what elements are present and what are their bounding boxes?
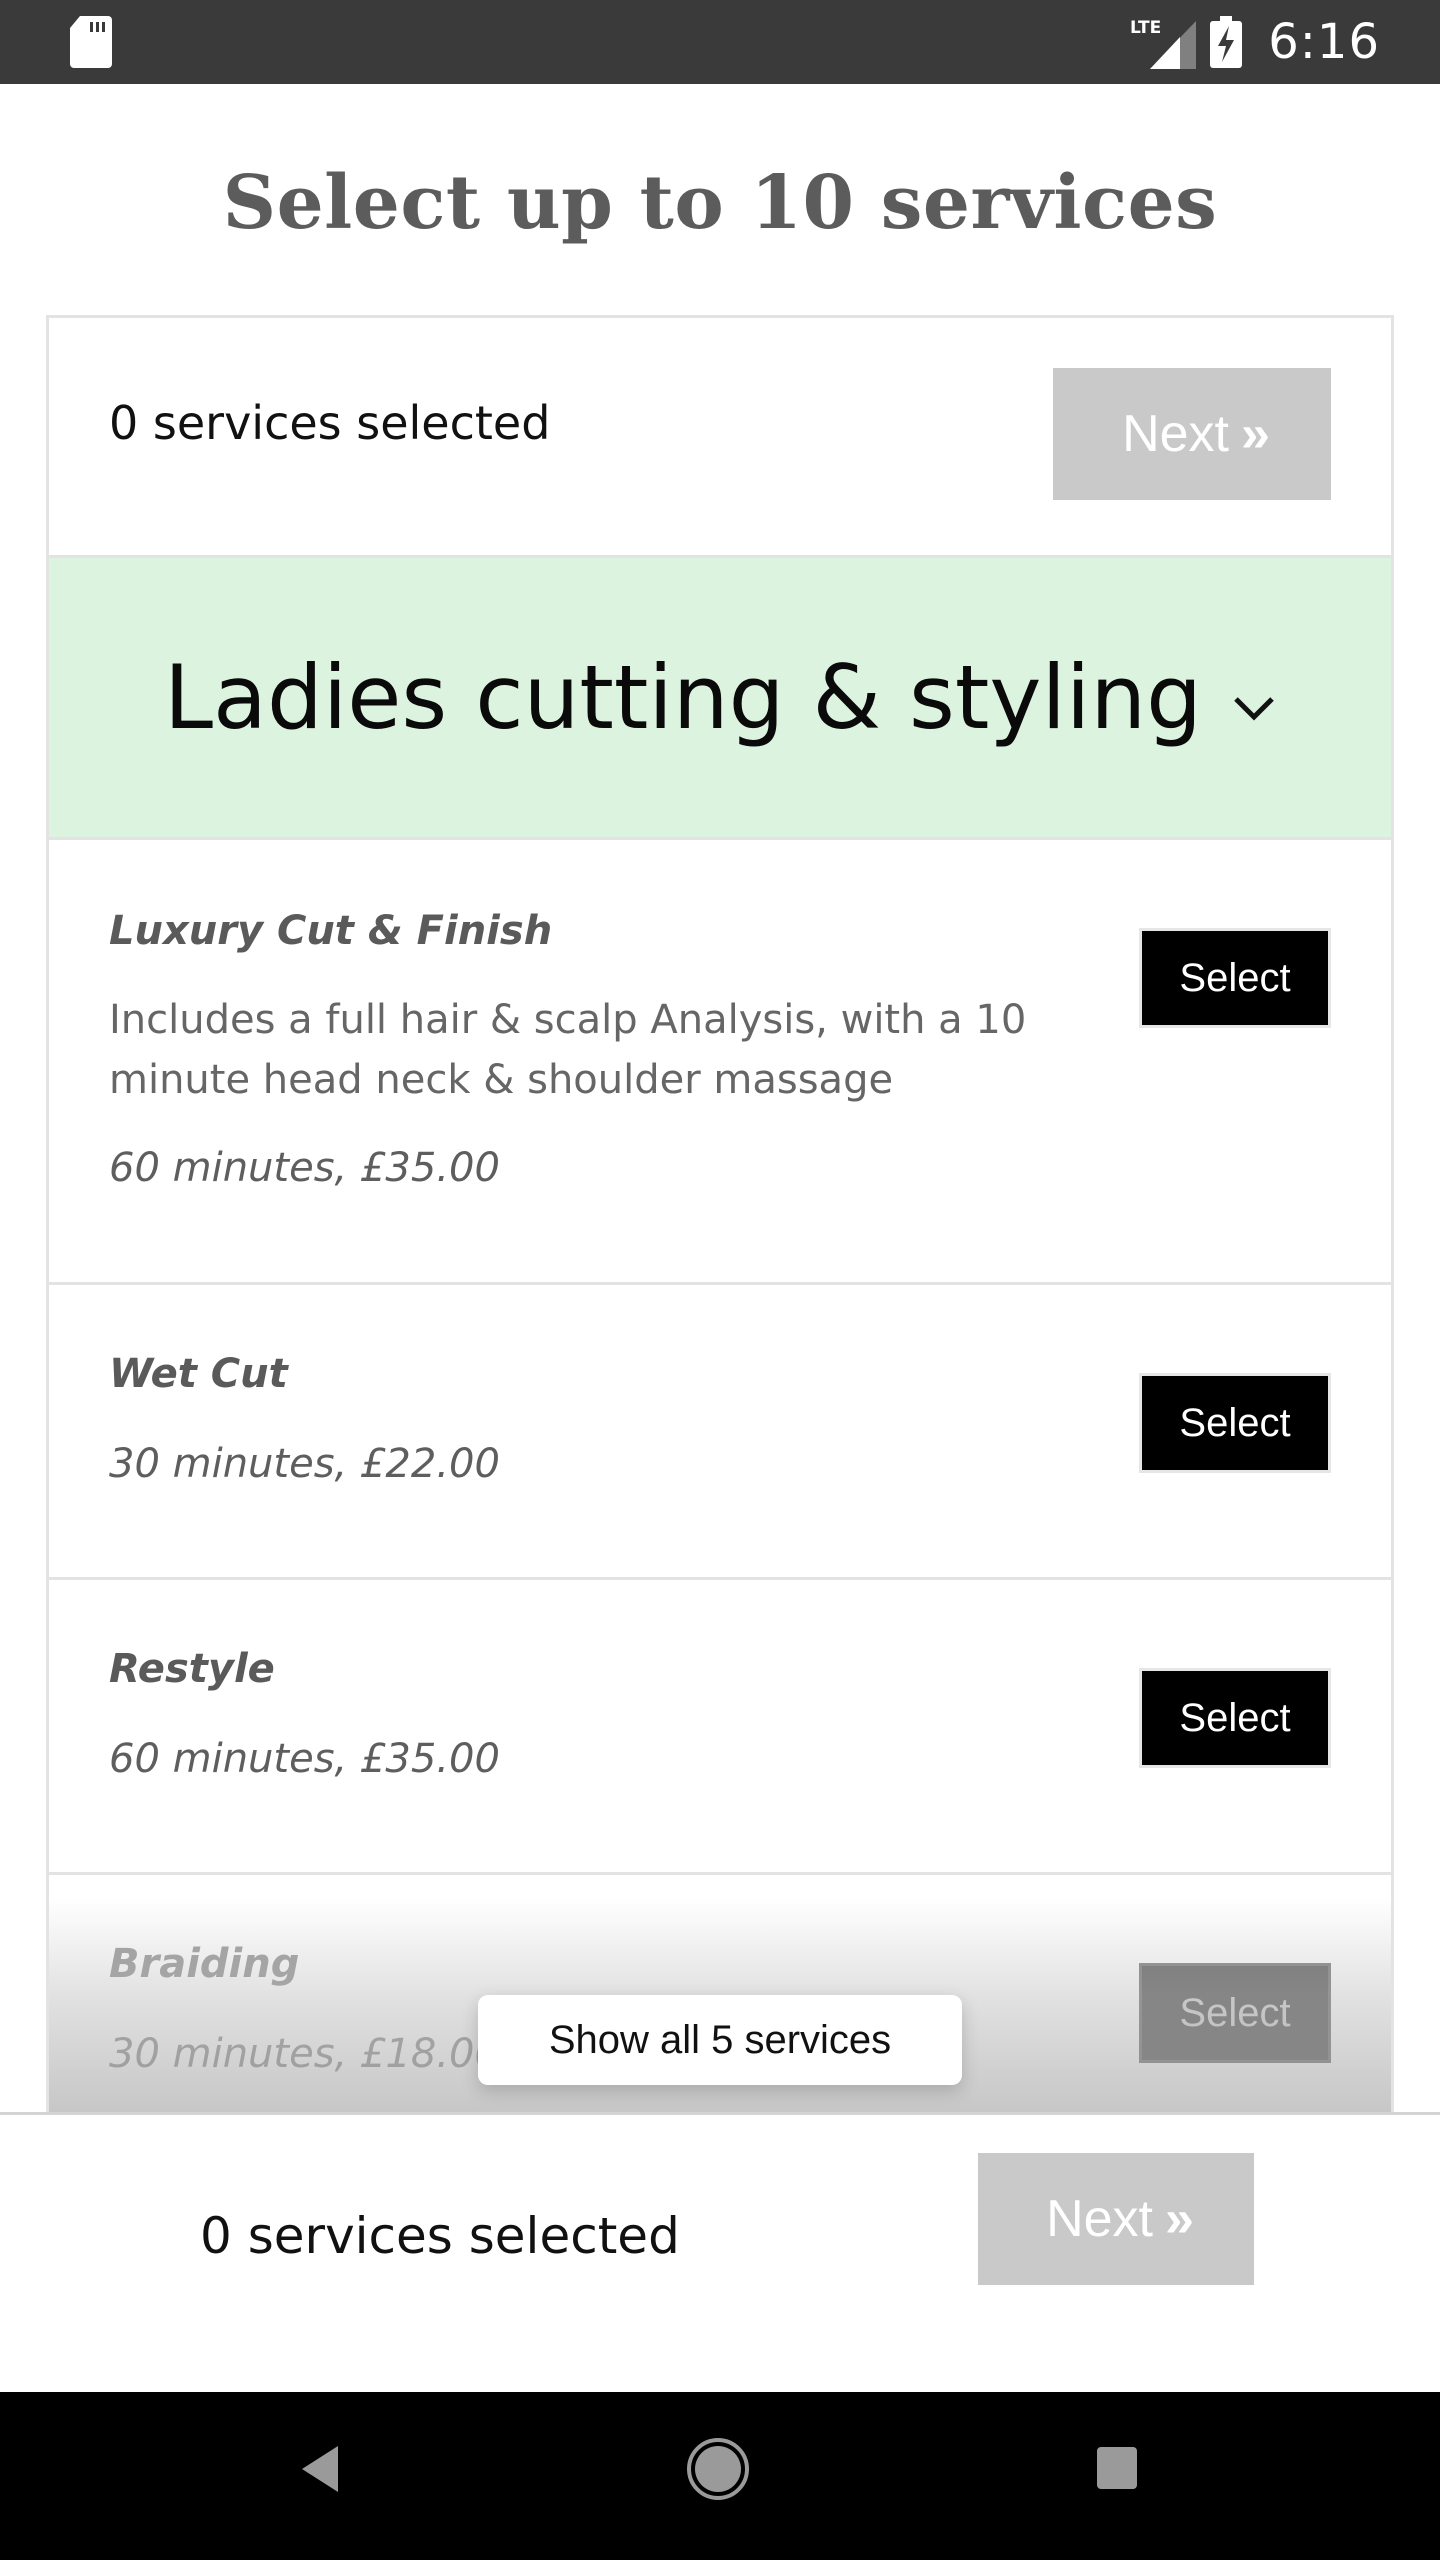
battery-charging-icon — [1210, 16, 1243, 68]
selected-count: 0 services selected — [200, 2207, 680, 2265]
services-card: 0 services selected Next » Ladies cuttin… — [46, 315, 1394, 2115]
show-all-services-button[interactable]: Show all 5 services — [478, 1995, 962, 2085]
status-bar: LTE 6:16 — [0, 0, 1440, 84]
service-name: Restyle — [109, 1646, 275, 1692]
chevron-down-icon — [1234, 696, 1274, 721]
sd-card-icon — [70, 16, 112, 68]
select-button[interactable]: Select — [1139, 1373, 1331, 1473]
service-duration-price: 60 minutes, £35.00 — [109, 1145, 500, 1191]
service-row: Wet Cut 30 minutes, £22.00 Select — [49, 1285, 1391, 1580]
lte-signal-icon: LTE — [1130, 18, 1197, 69]
next-label: Next — [1122, 405, 1229, 463]
service-name: Braiding — [109, 1941, 300, 1987]
service-duration-price: 60 minutes, £35.00 — [109, 1736, 500, 1782]
service-duration-price: 30 minutes, £18.00 — [109, 2031, 500, 2077]
next-button[interactable]: Next » — [978, 2153, 1254, 2285]
back-icon[interactable] — [298, 2444, 342, 2494]
page-title: Select up to 10 services — [222, 160, 1218, 246]
double-chevron-right-icon: » — [1165, 2190, 1194, 2248]
recents-icon[interactable] — [1096, 2446, 1138, 2490]
service-name: Wet Cut — [109, 1351, 288, 1397]
next-label: Next — [1046, 2190, 1153, 2248]
category-title: Ladies cutting & styling — [164, 646, 1202, 749]
category-header[interactable]: Ladies cutting & styling — [49, 558, 1391, 840]
service-row: Luxury Cut & Finish Includes a full hair… — [49, 840, 1391, 1285]
select-button[interactable]: Select — [1139, 928, 1331, 1028]
service-row: Restyle 60 minutes, £35.00 Select — [49, 1580, 1391, 1875]
select-button[interactable]: Select — [1139, 1963, 1331, 2063]
selection-bar-top: 0 services selected Next » — [49, 318, 1391, 558]
clock: 6:16 — [1268, 14, 1380, 70]
service-name: Luxury Cut & Finish — [109, 908, 553, 954]
select-button[interactable]: Select — [1139, 1668, 1331, 1768]
home-icon[interactable] — [686, 2436, 750, 2502]
selection-bar-bottom: 0 services selected Next » — [0, 2112, 1440, 2392]
double-chevron-right-icon: » — [1241, 405, 1270, 463]
selected-count: 0 services selected — [109, 396, 551, 450]
next-button[interactable]: Next » — [1053, 368, 1331, 500]
navigation-bar — [0, 2392, 1440, 2560]
status-icons: LTE 6:16 — [1130, 0, 1380, 84]
svg-text:LTE: LTE — [1130, 18, 1161, 38]
service-description: Includes a full hair & scalp Analysis, w… — [109, 997, 1027, 1103]
service-duration-price: 30 minutes, £22.00 — [109, 1441, 500, 1487]
